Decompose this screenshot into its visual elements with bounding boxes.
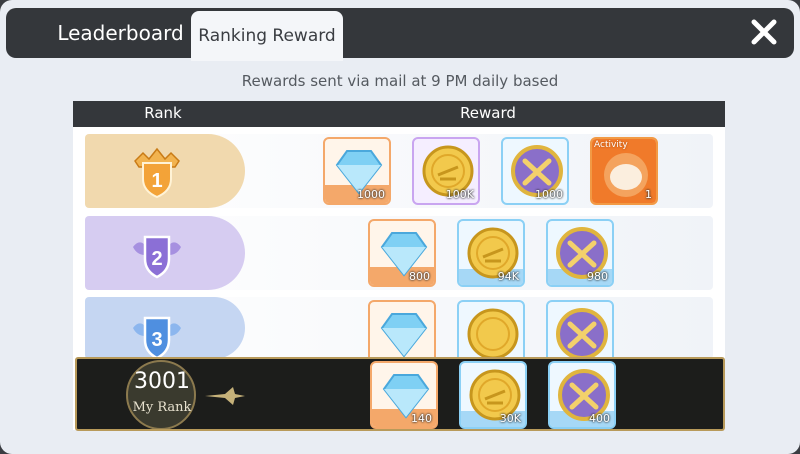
close-button[interactable] (748, 16, 780, 48)
reward-item[interactable]: Activity 1 (590, 137, 658, 205)
rank-badge-gold-icon: 1 (134, 147, 180, 199)
rank-column-header: Rank (144, 104, 182, 122)
reward-item[interactable] (368, 300, 436, 359)
tab-ranking-reward[interactable]: Ranking Reward (191, 11, 343, 61)
my-rank-row: 3001 My Rank 140 30K 400 (75, 357, 725, 431)
item-quantity: 1 (645, 188, 652, 201)
reward-item[interactable]: 1000 (501, 137, 569, 205)
item-quantity: 1000 (535, 188, 563, 201)
reward-row-rank-1: 1 1000 100K 1000 Activity 1 (85, 134, 713, 208)
reward-schedule-note: Rewards sent via mail at 9 PM daily base… (241, 72, 559, 90)
tab-leaderboard[interactable]: Leaderboard (48, 8, 193, 58)
gold-coin-icon (467, 308, 519, 359)
reward-column-header: Reward (460, 104, 516, 122)
item-quantity: 100K (445, 188, 474, 201)
reward-item[interactable] (457, 300, 525, 359)
item-quantity: 980 (587, 270, 608, 283)
rank-number: 1 (151, 170, 162, 192)
reward-item[interactable]: 980 (546, 219, 614, 287)
close-icon (751, 19, 777, 45)
item-quantity: 30K (499, 412, 521, 425)
ranking-reward-panel: Leaderboard Ranking Reward Rewards sent … (0, 0, 800, 454)
item-quantity: 140 (411, 412, 432, 425)
rank-badge-purple-icon: 2 (133, 235, 181, 279)
reward-item[interactable]: 140 (370, 361, 438, 429)
reward-item[interactable] (546, 300, 614, 359)
rank-badge-blue-icon: 3 (133, 316, 181, 359)
diamond-icon (380, 313, 428, 358)
item-quantity: 400 (589, 412, 610, 425)
reward-item[interactable]: 800 (368, 219, 436, 287)
rank-number: 2 (151, 248, 162, 270)
tab-bar: Leaderboard Ranking Reward (6, 8, 794, 61)
table-header: Rank Reward (73, 101, 725, 127)
reward-item[interactable]: 100K (412, 137, 480, 205)
reward-item[interactable]: 1000 (323, 137, 391, 205)
reward-item[interactable]: 30K (459, 361, 527, 429)
my-rank-label: My Rank (132, 400, 192, 415)
rank-number: 3 (151, 329, 162, 351)
item-tag: Activity (594, 140, 628, 150)
my-rank-number: 3001 (134, 369, 190, 394)
sword-token-icon (556, 308, 608, 359)
item-quantity: 1000 (357, 188, 385, 201)
reward-row-rank-2: 2 800 94K 980 (85, 216, 713, 290)
sparkle-icon (205, 387, 245, 405)
reward-item[interactable]: 94K (457, 219, 525, 287)
item-quantity: 800 (409, 270, 430, 283)
item-quantity: 94K (497, 270, 519, 283)
reward-item[interactable]: 400 (548, 361, 616, 429)
reward-row-rank-3: 3 (85, 297, 713, 359)
